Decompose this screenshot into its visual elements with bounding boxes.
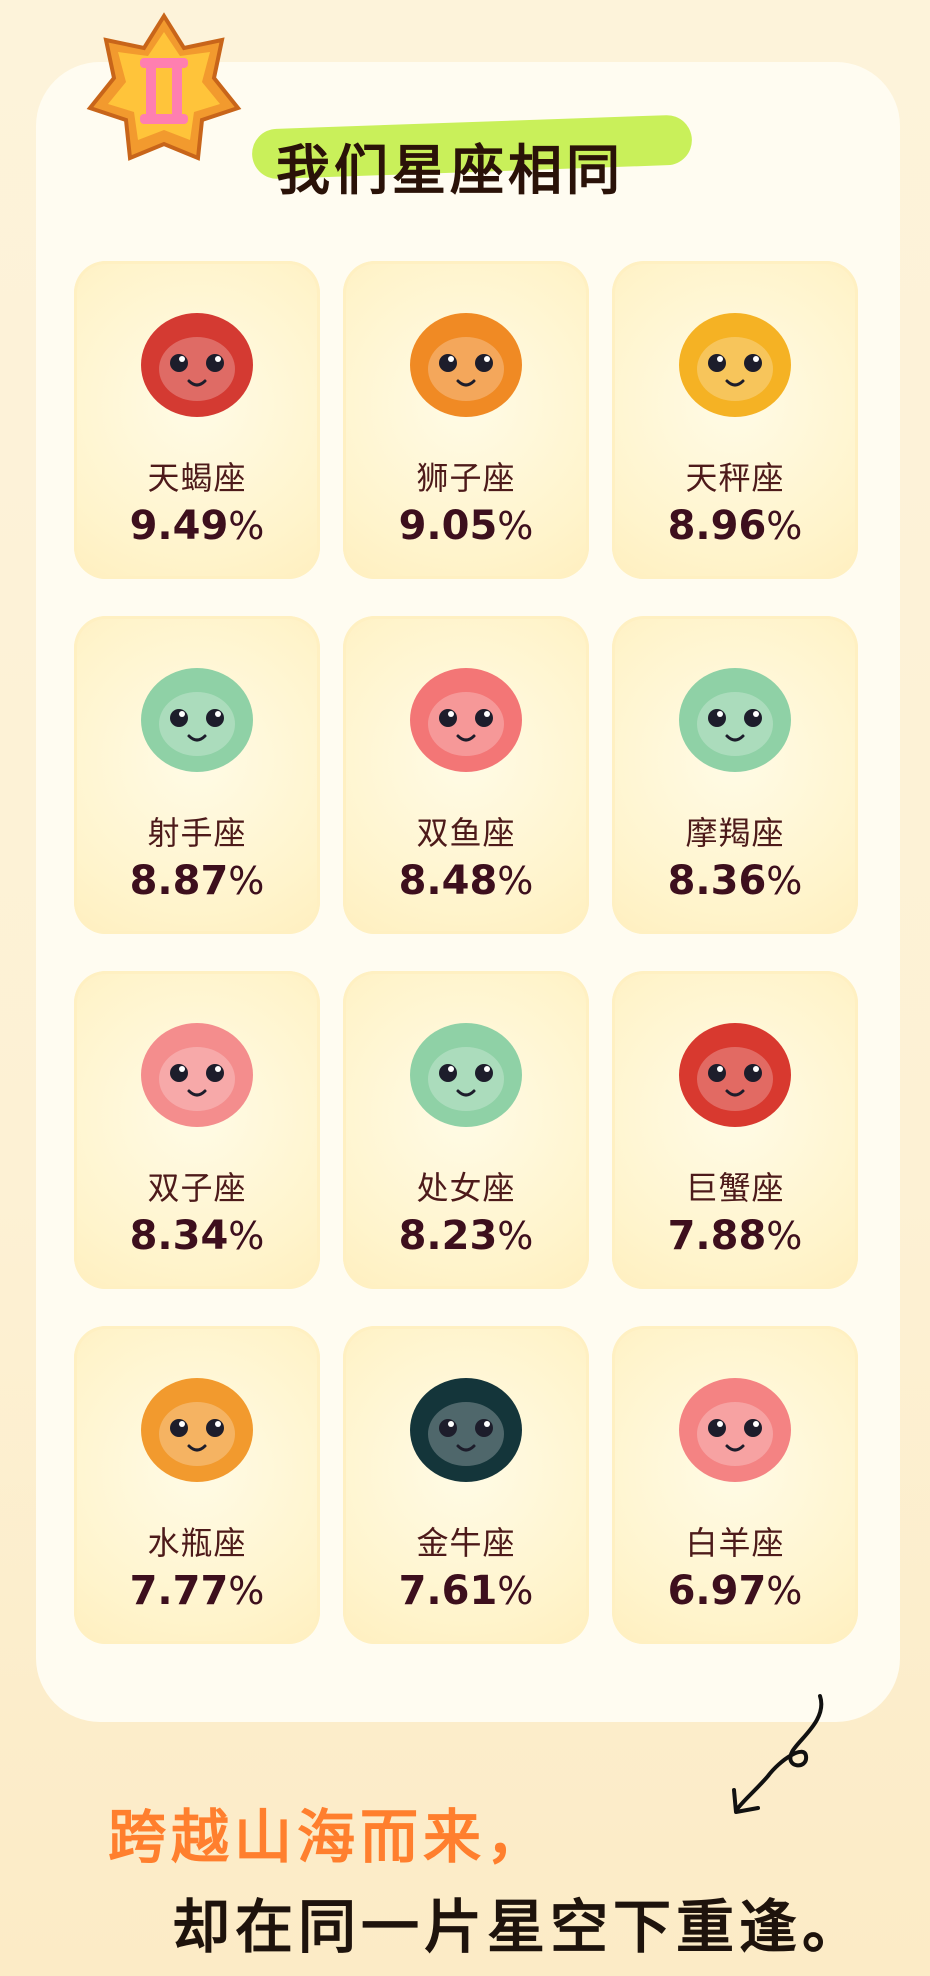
zodiac-percent: 6.97% (612, 1568, 858, 1614)
taurus-icon (410, 1378, 522, 1482)
zodiac-percent: 8.36% (612, 858, 858, 904)
cancer-icon (679, 1023, 791, 1127)
zodiac-percent: 8.23% (343, 1213, 589, 1259)
libra-icon (679, 313, 791, 417)
percent-value: 6.97 (667, 1568, 767, 1614)
zodiac-percent: 8.48% (343, 858, 589, 904)
percent-value: 8.96 (667, 503, 767, 549)
zodiac-card: 水瓶座 7.77% (74, 1326, 320, 1644)
section-title: 我们星座相同 (251, 112, 693, 202)
aquarius-icon (141, 1378, 253, 1482)
percent-value: 8.36 (667, 858, 767, 904)
zodiac-name: 水瓶座 (147, 1524, 247, 1562)
percent-sign: % (228, 1214, 265, 1258)
arrow-doodle-icon (732, 1694, 824, 1814)
zodiac-card: 狮子座 9.05% (343, 261, 589, 579)
zodiac-name: 白羊座 (685, 1524, 785, 1562)
scorpio-icon (141, 313, 253, 417)
percent-sign: % (497, 504, 534, 548)
zodiac-name: 金牛座 (416, 1524, 516, 1562)
zodiac-name: 摩羯座 (685, 814, 785, 852)
percent-value: 9.05 (398, 503, 498, 549)
zodiac-percent: 7.77% (74, 1568, 320, 1614)
title-text: 我们星座相同 (276, 139, 624, 202)
percent-value: 7.88 (667, 1213, 767, 1259)
zodiac-card: 摩羯座 8.36% (612, 616, 858, 934)
zodiac-card: 射手座 8.87% (74, 616, 320, 934)
percent-value: 7.61 (398, 1568, 498, 1614)
percent-value: 7.77 (129, 1568, 229, 1614)
percent-sign: % (228, 1569, 265, 1613)
gemini-badge-icon (86, 12, 242, 161)
zodiac-percent: 8.34% (74, 1213, 320, 1259)
percent-sign: % (766, 1569, 803, 1613)
zodiac-card: 天蝎座 9.49% (74, 261, 320, 579)
zodiac-name: 双子座 (147, 1169, 247, 1207)
zodiac-card: 巨蟹座 7.88% (612, 971, 858, 1289)
percent-sign: % (497, 1214, 534, 1258)
percent-sign: % (228, 859, 265, 903)
percent-sign: % (766, 859, 803, 903)
zodiac-name: 双鱼座 (416, 814, 516, 852)
zodiac-name: 巨蟹座 (685, 1169, 785, 1207)
zodiac-card: 白羊座 6.97% (612, 1326, 858, 1644)
zodiac-percent: 9.05% (343, 503, 589, 549)
zodiac-name: 天秤座 (685, 459, 785, 497)
percent-sign: % (497, 859, 534, 903)
zodiac-name: 狮子座 (416, 459, 516, 497)
capricorn-icon (679, 668, 791, 772)
footer-line-1: 跨越山海而来， (108, 1803, 550, 1871)
zodiac-name: 天蝎座 (147, 459, 247, 497)
percent-sign: % (228, 504, 265, 548)
zodiac-card: 天秤座 8.96% (612, 261, 858, 579)
footer-line-2: 却在同一片星空下重逢。 (172, 1893, 866, 1961)
percent-value: 9.49 (129, 503, 229, 549)
percent-sign: % (766, 504, 803, 548)
virgo-icon (410, 1023, 522, 1127)
percent-value: 8.34 (129, 1213, 229, 1259)
zodiac-card: 双子座 8.34% (74, 971, 320, 1289)
pisces-icon (410, 668, 522, 772)
zodiac-percent: 7.88% (612, 1213, 858, 1259)
gemini-icon (141, 1023, 253, 1127)
zodiac-name: 射手座 (147, 814, 247, 852)
percent-sign: % (766, 1214, 803, 1258)
percent-value: 8.87 (129, 858, 229, 904)
zodiac-percent: 7.61% (343, 1568, 589, 1614)
zodiac-percent: 8.96% (612, 503, 858, 549)
zodiac-card: 处女座 8.23% (343, 971, 589, 1289)
zodiac-percent: 8.87% (74, 858, 320, 904)
percent-value: 8.48 (398, 858, 498, 904)
zodiac-card: 金牛座 7.61% (343, 1326, 589, 1644)
percent-value: 8.23 (398, 1213, 498, 1259)
leo-icon (410, 313, 522, 417)
zodiac-card: 双鱼座 8.48% (343, 616, 589, 934)
percent-sign: % (497, 1569, 534, 1613)
zodiac-percent: 9.49% (74, 503, 320, 549)
zodiac-name: 处女座 (416, 1169, 516, 1207)
sagittarius-icon (141, 668, 253, 772)
aries-icon (679, 1378, 791, 1482)
